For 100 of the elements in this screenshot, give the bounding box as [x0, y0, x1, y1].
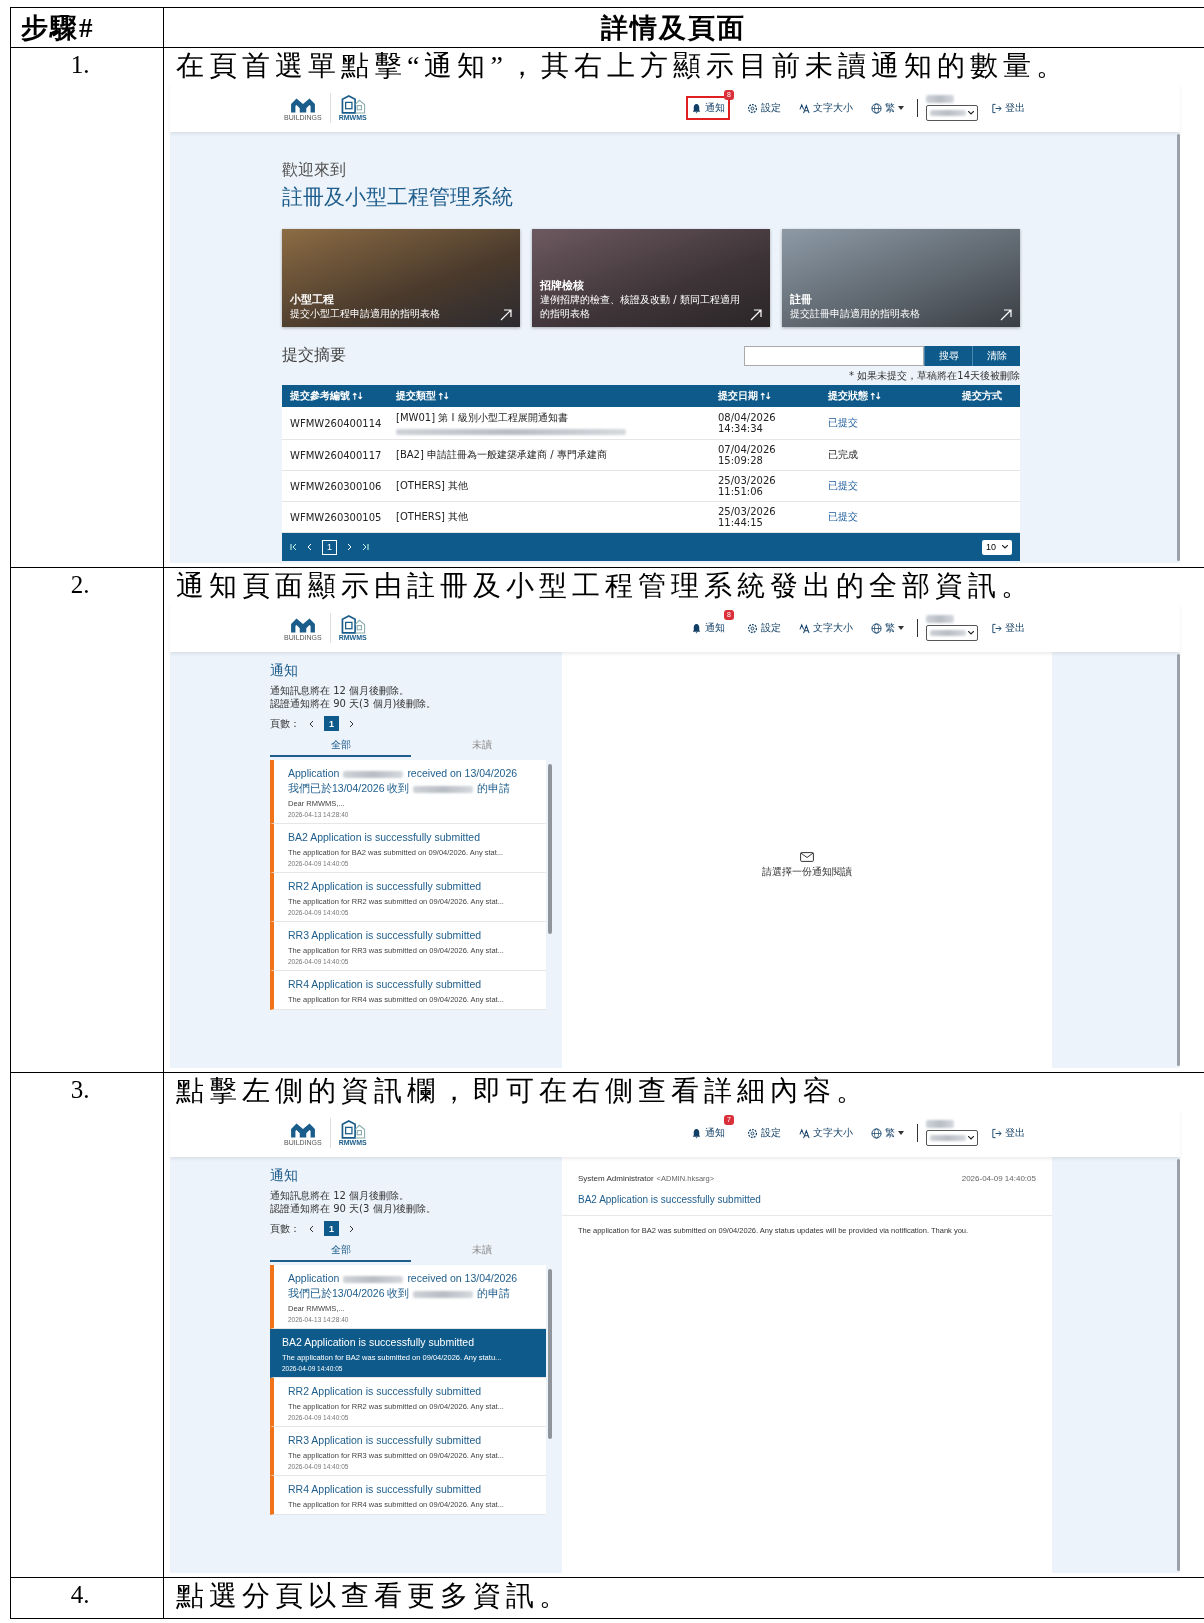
language-button[interactable]: 繁	[866, 616, 909, 640]
last-page-icon[interactable]	[361, 543, 369, 551]
arrow-icon	[1000, 309, 1012, 321]
feature-card[interactable]: 招牌檢核 違例招牌的檢查、核證及改動 / 類同工程適用的指明表格	[532, 229, 770, 327]
notification-title: received on 13/04/2026	[407, 1272, 518, 1284]
font-size-button[interactable]: 文字大小	[794, 616, 858, 640]
language-button[interactable]: 繁	[866, 1121, 909, 1145]
page-button[interactable]: 1	[324, 1221, 339, 1236]
notification-title: 的申請	[477, 1287, 511, 1299]
previous-page-icon[interactable]	[308, 1224, 316, 1233]
step-number: 3.	[70, 1075, 91, 1105]
step-instruction: 點選分頁以查看更多資訊。	[175, 1579, 573, 1613]
table-header-cell: 步驟#	[11, 8, 164, 48]
sender-name: System Administrator	[578, 1174, 654, 1183]
account-select[interactable]	[926, 1130, 978, 1146]
logout-button[interactable]: 登出	[986, 1121, 1030, 1145]
sort-icon[interactable]	[352, 392, 363, 400]
notifications-button[interactable]: 通知	[686, 96, 731, 120]
column-header[interactable]: 提交參考編號	[290, 389, 350, 403]
table-cell: 07/04/2026 15:09:28	[718, 444, 776, 466]
search-button[interactable]: 搜尋	[924, 345, 972, 366]
sort-icon[interactable]	[870, 392, 881, 400]
filter-tab[interactable]: 全部	[270, 735, 411, 757]
search-field[interactable]	[744, 345, 924, 366]
scrollbar[interactable]	[1177, 134, 1180, 561]
first-page-icon[interactable]	[290, 543, 298, 551]
scrollbar[interactable]	[548, 1269, 552, 1439]
retention-note: 認證通知將在 90 天(3 個月)後刪除。	[270, 1202, 438, 1215]
table-cell-text: [OTHERS] 其他	[396, 479, 470, 493]
column-header[interactable]: 提交類型	[396, 389, 436, 403]
sort-icon[interactable]	[438, 392, 449, 400]
language-button[interactable]: 繁	[866, 96, 909, 120]
redacted-block	[343, 770, 404, 778]
feature-card[interactable]: 小型工程 提交小型工程申請適用的指明表格	[282, 229, 520, 327]
scrollbar[interactable]	[1177, 654, 1180, 1066]
settings-button[interactable]: 設定	[742, 1121, 786, 1145]
settings-button[interactable]: 設定	[742, 616, 786, 640]
font-size-icon	[799, 622, 810, 634]
logout-icon	[991, 102, 1002, 114]
globe-icon	[871, 102, 882, 114]
column-header[interactable]: 提交日期	[718, 389, 758, 403]
caret-icon	[898, 1131, 904, 1135]
step-instruction: 在頁首選單點擊“通知”，其右上方顯示目前未讀通知的數量。	[175, 49, 1070, 83]
caret-icon	[968, 1136, 974, 1140]
page-button[interactable]: 1	[322, 539, 337, 555]
bell-icon	[691, 622, 703, 634]
caret-icon	[898, 626, 904, 630]
filter-tab[interactable]: 全部	[270, 1240, 411, 1262]
previous-page-icon[interactable]	[308, 719, 316, 728]
table-cell-text: [MW01] 第 I 級別小型工程展開通知書	[396, 411, 569, 425]
redacted-block	[926, 1120, 954, 1128]
clear-button[interactable]: 清除	[972, 345, 1020, 366]
account-select[interactable]	[926, 105, 978, 121]
settings-button[interactable]: 設定	[742, 96, 786, 120]
draft-note: * 如果未提交，草稿將在14天後被刪除	[848, 369, 1020, 383]
feature-card[interactable]: 註冊 提交註冊申請適用的指明表格	[782, 229, 1020, 327]
logout-button[interactable]: 登出	[986, 96, 1030, 120]
notification-title: RR4 Application is successfully submitted	[288, 1483, 482, 1495]
arrow-icon	[500, 309, 512, 321]
account-select[interactable]	[926, 625, 978, 641]
redacted-block	[926, 95, 954, 103]
bell-icon	[691, 1127, 703, 1139]
table-cell: 25/03/2026 11:51:06	[718, 475, 776, 497]
font-size-button[interactable]: 文字大小	[794, 96, 858, 120]
table-cell: WFMW260300105	[290, 511, 382, 523]
notification-title: RR3 Application is successfully submitted	[288, 1434, 482, 1446]
redacted-block	[413, 785, 474, 793]
logout-button[interactable]: 登出	[986, 616, 1030, 640]
table-cell: WFMW260400117	[290, 449, 382, 461]
next-page-icon[interactable]	[345, 543, 353, 551]
empty-state-message: 請選擇一份通知閱讀	[762, 865, 852, 879]
next-page-icon[interactable]	[347, 719, 355, 728]
logout-icon	[991, 1127, 1002, 1139]
scrollbar[interactable]	[1177, 1159, 1180, 1571]
notification-title: 我們已於13/04/2026 收到	[288, 782, 410, 794]
globe-icon	[871, 1127, 882, 1139]
bell-icon	[691, 102, 703, 114]
notification-title: 的申請	[477, 782, 511, 794]
column-header[interactable]: 提交狀態	[828, 389, 868, 403]
page-button[interactable]: 1	[324, 716, 339, 731]
previous-page-icon[interactable]	[306, 543, 314, 551]
page-size-select[interactable]: 10	[982, 539, 1012, 555]
scrollbar[interactable]	[548, 764, 552, 934]
caret-icon	[968, 111, 974, 115]
status-link[interactable]: 已提交	[828, 511, 858, 522]
step-number: 2.	[70, 570, 91, 600]
page-title: 通知	[270, 662, 299, 680]
column-header[interactable]: 提交方式	[961, 389, 1002, 403]
envelope-icon	[800, 852, 814, 862]
next-page-icon[interactable]	[347, 1224, 355, 1233]
section-title: 提交摘要	[282, 345, 346, 366]
font-size-button[interactable]: 文字大小	[794, 1121, 858, 1145]
status-link[interactable]: 已提交	[828, 480, 858, 491]
sort-icon[interactable]	[760, 392, 771, 400]
table-cell: WFMW260400114	[290, 417, 382, 429]
status-link[interactable]: 已提交	[828, 417, 858, 428]
caret-icon	[898, 106, 904, 110]
table-cell: 08/04/2026 14:34:34	[718, 412, 776, 434]
table-cell: 25/03/2026 11:44:15	[718, 506, 776, 528]
notification-title: 我們已於13/04/2026 收到	[288, 1287, 410, 1299]
